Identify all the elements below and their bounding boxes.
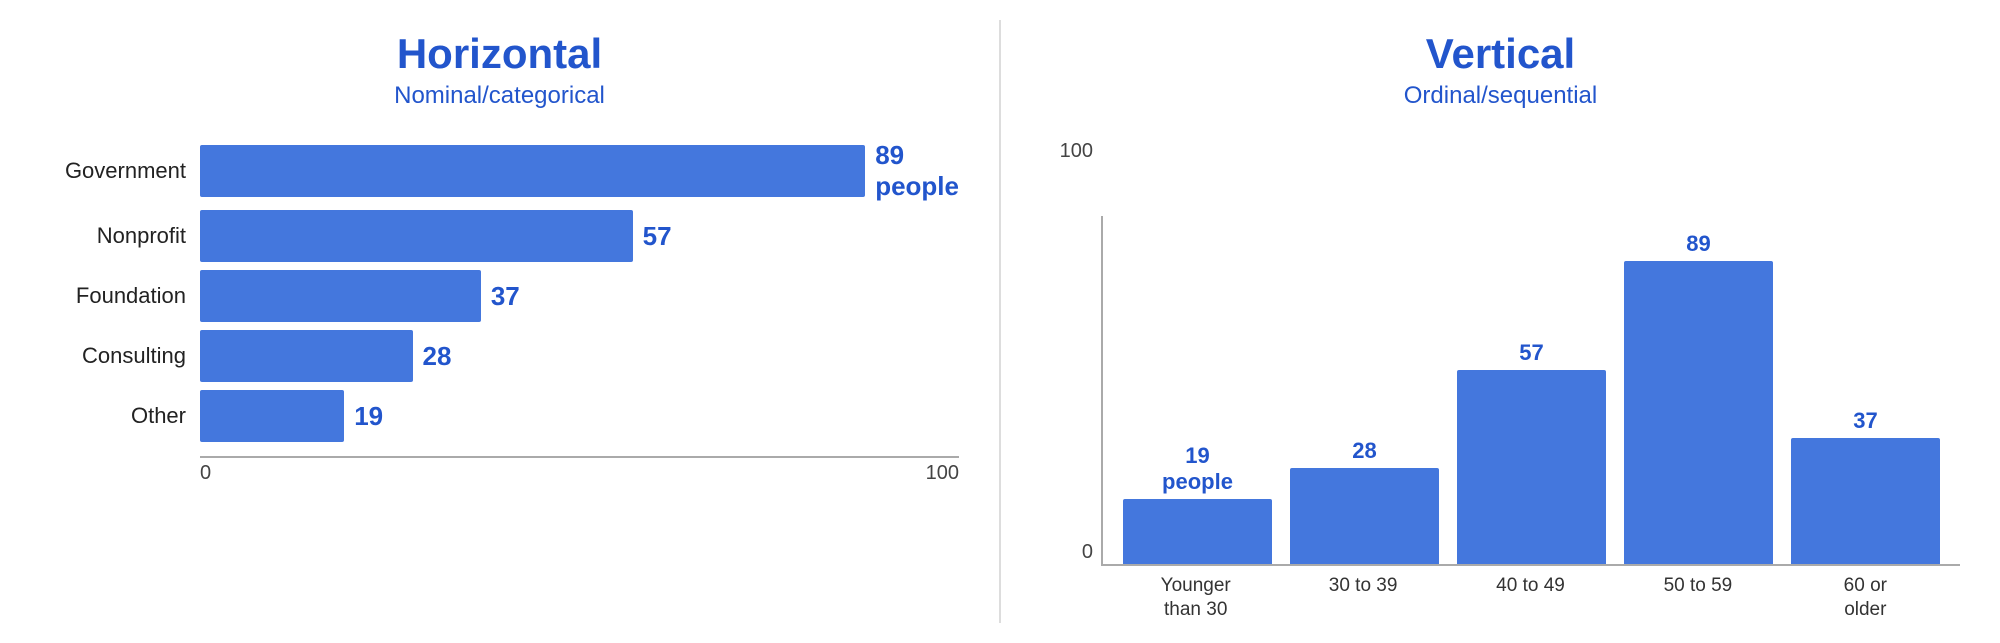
h-bar-row: Foundation 37 <box>40 270 959 322</box>
h-bar-container: 89people <box>200 140 959 202</box>
h-bar-label: Consulting <box>40 343 200 369</box>
h-bar-value: 57 <box>643 221 672 252</box>
vertical-title: Vertical <box>1426 30 1575 78</box>
h-bar <box>200 330 413 382</box>
v-x-labels: Youngerthan 30 30 to 39 40 to 49 50 to 59 60… <box>1101 574 1960 623</box>
horizontal-section: Horizontal Nominal/categorical Governmen… <box>0 0 999 643</box>
h-bar-container: 19 <box>200 390 959 442</box>
h-bar <box>200 210 633 262</box>
h-bar-row: Nonprofit 57 <box>40 210 959 262</box>
v-x-label: Youngerthan 30 <box>1121 574 1270 623</box>
v-bars-container: 19people 28 57 89 37 <box>1101 216 1960 566</box>
h-bar-label: Other <box>40 403 200 429</box>
v-bar-col: 57 <box>1457 216 1606 564</box>
v-x-label: 30 to 39 <box>1288 574 1437 623</box>
h-bar-container: 28 <box>200 330 959 382</box>
vertical-section: Vertical Ordinal/sequential 100 0 19peopl… <box>1001 0 2000 643</box>
v-bar <box>1791 438 1940 564</box>
h-bar-row: Government 89people <box>40 140 959 202</box>
h-bar <box>200 390 344 442</box>
v-bar-value: 19people <box>1162 443 1233 495</box>
v-bar-value: 89 <box>1686 231 1710 257</box>
v-bar-col: 19people <box>1123 216 1272 564</box>
horizontal-title: Horizontal <box>397 30 602 78</box>
vertical-subtitle: Ordinal/sequential <box>1404 82 1597 110</box>
v-x-label: 50 to 59 <box>1623 574 1772 623</box>
h-bar-value: 37 <box>491 281 520 312</box>
v-bar-value: 37 <box>1853 408 1877 434</box>
h-bar-label: Government <box>40 158 200 184</box>
h-bar-value: 19 <box>354 401 383 432</box>
v-bar-value: 57 <box>1519 340 1543 366</box>
v-y-bottom-label: 0 <box>1082 541 1093 564</box>
v-x-label: 40 to 49 <box>1456 574 1605 623</box>
h-bar-row: Other 19 <box>40 390 959 442</box>
h-axis-max: 100 <box>926 462 959 485</box>
h-axis-line <box>200 456 959 458</box>
h-axis-min: 0 <box>200 462 211 485</box>
h-bar-value: 89people <box>875 140 959 202</box>
h-bar <box>200 145 865 197</box>
h-axis-labels: 0 100 <box>200 462 959 485</box>
v-bar <box>1123 499 1272 564</box>
v-bar-col: 28 <box>1290 216 1439 564</box>
vertical-chart-area: 100 0 19people 28 57 89 37 Youngerthan 30 30 t… <box>1041 140 1960 623</box>
h-bar <box>200 270 481 322</box>
v-bar <box>1457 370 1606 564</box>
h-bar-container: 37 <box>200 270 959 322</box>
horizontal-subtitle: Nominal/categorical <box>394 82 605 110</box>
v-bar-col: 37 <box>1791 216 1940 564</box>
v-y-top-label: 100 <box>1060 140 1093 163</box>
h-bar-label: Foundation <box>40 283 200 309</box>
v-bar-col: 89 <box>1624 216 1773 564</box>
v-bar <box>1290 468 1439 563</box>
h-bar-row: Consulting 28 <box>40 330 959 382</box>
h-bar-container: 57 <box>200 210 959 262</box>
v-bar-value: 28 <box>1352 438 1376 464</box>
h-bar-value: 28 <box>423 341 452 372</box>
v-y-axis: 100 0 <box>1041 140 1101 566</box>
horizontal-chart-area: Government 89people Nonprofit 57 Foundation 3… <box>40 140 959 450</box>
v-chart-body: 100 0 19people 28 57 89 37 <box>1041 140 1960 566</box>
h-bar-label: Nonprofit <box>40 223 200 249</box>
v-x-label: 60 orolder <box>1791 574 1940 623</box>
v-bar <box>1624 261 1773 564</box>
